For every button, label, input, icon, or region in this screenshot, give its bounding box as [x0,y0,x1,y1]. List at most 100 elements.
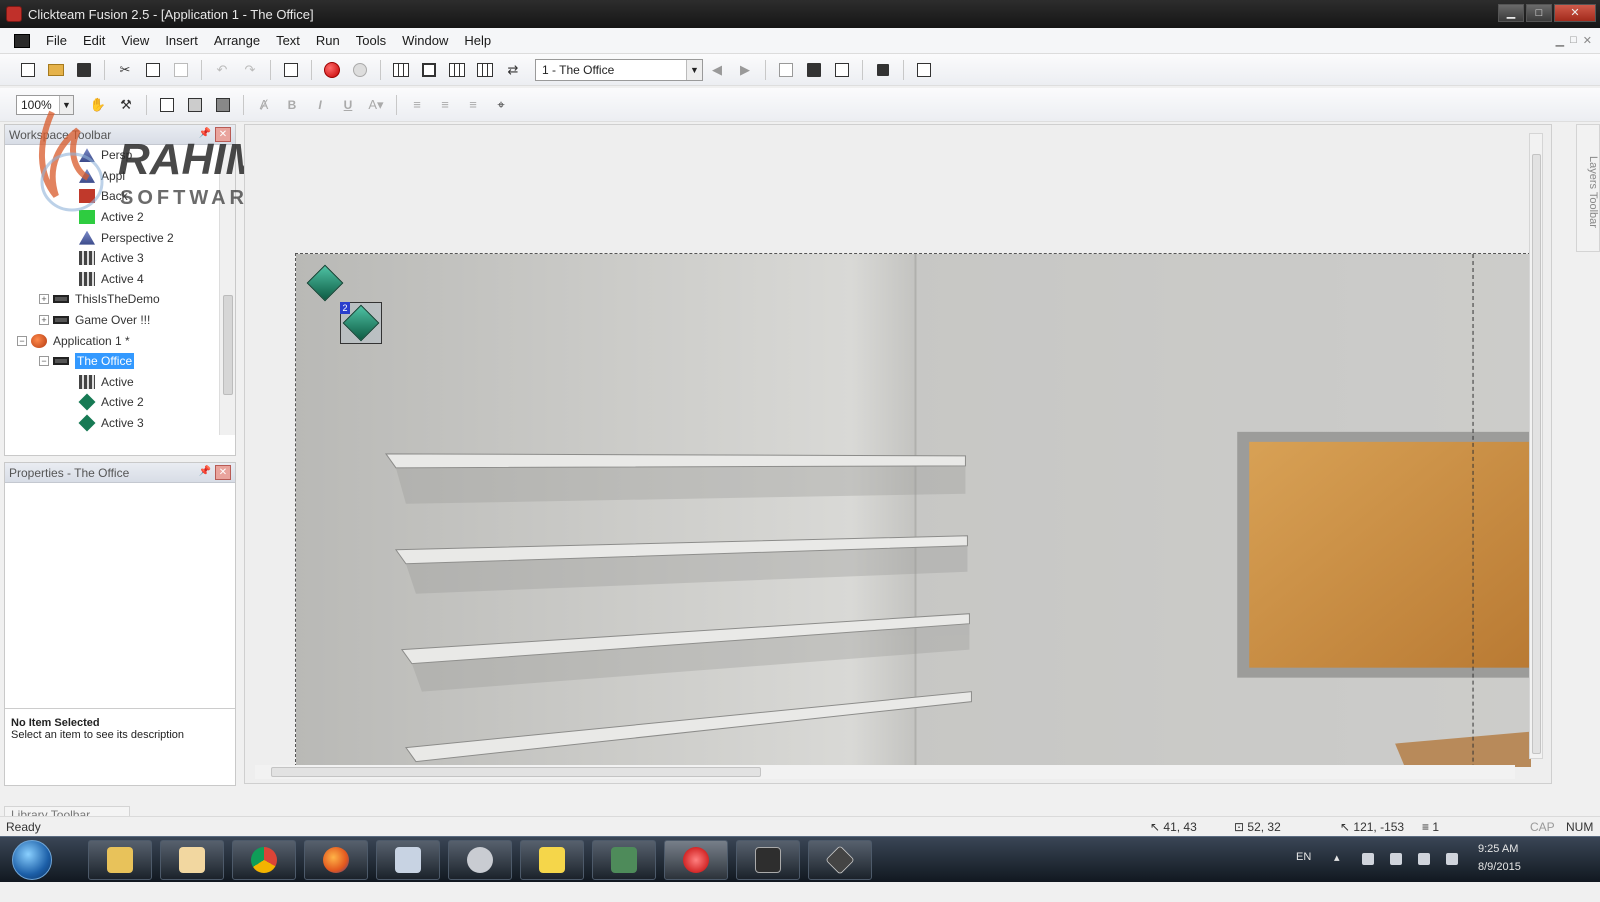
stop-button[interactable] [348,59,372,81]
zoom-window-button[interactable] [774,59,798,81]
mdi-restore-button[interactable]: □ [1570,34,1577,47]
tree-item[interactable]: + ThisIsTheDemo [5,289,235,310]
tree-item[interactable]: Active 3 [5,248,235,269]
frame-editor-button[interactable] [417,59,441,81]
document-icon[interactable] [14,33,30,48]
text-color-button[interactable]: A▾ [364,94,388,116]
zoom-selector[interactable]: 100% ▼ [16,94,74,115]
tree-item[interactable]: Active 3 [5,413,235,434]
menu-run[interactable]: Run [308,33,348,48]
pin-icon[interactable]: 📌 [199,466,211,477]
taskbar-diamond-app[interactable] [808,840,872,880]
expand-icon[interactable]: + [39,294,49,305]
event-editor-button[interactable] [445,59,469,81]
language-indicator[interactable]: EN [1296,851,1311,863]
save-button[interactable] [72,59,96,81]
action-center-icon[interactable] [1390,853,1402,865]
frame-editor[interactable]: 2 [244,124,1552,784]
monitor-button[interactable] [830,59,854,81]
italic-button[interactable]: I [308,94,332,116]
tree-vertical-scrollbar[interactable] [219,145,235,435]
chevron-down-icon[interactable]: ▼ [686,59,702,80]
data-elements-button[interactable]: ⇄ [501,59,525,81]
text-tool-button[interactable]: Ⱥ [252,94,276,116]
underline-button[interactable]: U [336,94,360,116]
copy-button[interactable] [141,59,165,81]
panel-close-button[interactable]: ✕ [215,127,231,142]
expand-icon[interactable]: + [39,315,49,326]
network-icon[interactable] [1362,853,1374,865]
tree-item[interactable]: Active 2 [5,392,235,413]
taskbar-media-player[interactable] [160,840,224,880]
maximize-button[interactable]: □ [1526,4,1552,22]
menu-file[interactable]: File [38,33,75,48]
properties-list[interactable] [5,483,235,709]
tree-item[interactable]: Active 4 [5,269,235,290]
align-left-button[interactable]: ≡ [405,94,429,116]
run-application-button[interactable] [320,59,344,81]
taskbar-help[interactable] [520,840,584,880]
menu-help[interactable]: Help [456,33,499,48]
tree-item[interactable]: Active 2 [5,207,235,228]
cut-button[interactable]: ✂ [113,59,137,81]
power-icon[interactable] [1418,853,1430,865]
open-button[interactable] [44,59,68,81]
taskbar-game[interactable] [736,840,800,880]
chevron-down-icon[interactable]: ▼ [59,95,73,114]
grid-button[interactable] [871,59,895,81]
taskbar-explorer[interactable] [88,840,152,880]
taskbar-paint[interactable] [376,840,440,880]
undo-button[interactable]: ↶ [210,59,234,81]
tree-item[interactable]: − The Office [5,351,235,372]
editor-horizontal-scrollbar[interactable] [255,765,1515,779]
close-button[interactable]: ✕ [1554,4,1596,22]
mdi-minimize-button[interactable]: ▁ [1556,34,1564,47]
tree-item[interactable]: Perspective 2 [5,227,235,248]
start-button[interactable] [12,840,52,880]
panel-close-button[interactable]: ✕ [215,465,231,480]
tree-item[interactable]: Persp [5,145,235,166]
tree-item[interactable]: − Application 1 * [5,330,235,351]
align-right-button[interactable]: ≡ [461,94,485,116]
storyboard-editor-button[interactable] [389,59,413,81]
menu-view[interactable]: View [113,33,157,48]
next-frame-button[interactable]: ▶ [733,59,757,81]
transform-button[interactable]: ⌖ [489,94,513,116]
scrollbar-thumb[interactable] [271,767,761,777]
layer-1-button[interactable] [155,94,179,116]
hand-tool-button[interactable]: ✋ [86,94,110,116]
menu-edit[interactable]: Edit [75,33,113,48]
previous-frame-button[interactable]: ◀ [705,59,729,81]
tree-item[interactable]: Active [5,372,235,393]
taskbar-firefox[interactable] [304,840,368,880]
chevron-up-icon[interactable]: ▴ [1334,851,1340,864]
collapse-icon[interactable]: − [39,356,49,367]
clock-date[interactable]: 8/9/2015 [1478,861,1521,873]
layers-toolbar-tab[interactable]: Layers Toolbar [1576,124,1600,252]
taskbar-clickteam[interactable] [664,840,728,880]
tree-item[interactable]: + Game Over !!! [5,310,235,331]
frame-selector[interactable]: 1 - The Office ▼ [535,58,703,81]
collapse-icon[interactable]: − [17,335,27,346]
volume-icon[interactable] [1446,853,1458,865]
taskbar-monitor[interactable] [592,840,656,880]
clock-time[interactable]: 9:25 AM [1478,843,1518,855]
pin-icon[interactable]: 📌 [199,128,211,139]
menu-arrange[interactable]: Arrange [206,33,268,48]
mdi-close-button[interactable]: ✕ [1583,34,1592,47]
magic-wand-button[interactable]: ⚒ [114,94,138,116]
taskbar-security[interactable] [448,840,512,880]
menu-text[interactable]: Text [268,33,308,48]
minimize-button[interactable]: ▁ [1498,4,1524,22]
screen-capture-button[interactable] [912,59,936,81]
tree-item[interactable]: Appl [5,166,235,187]
new-file-button[interactable] [16,59,40,81]
layer-2-button[interactable] [183,94,207,116]
scrollbar-thumb[interactable] [1532,154,1541,754]
layer-3-button[interactable] [211,94,235,116]
fit-frame-button[interactable] [802,59,826,81]
scrollbar-thumb[interactable] [223,295,233,395]
menu-insert[interactable]: Insert [157,33,206,48]
editor-vertical-scrollbar[interactable] [1529,133,1543,759]
menu-window[interactable]: Window [394,33,456,48]
